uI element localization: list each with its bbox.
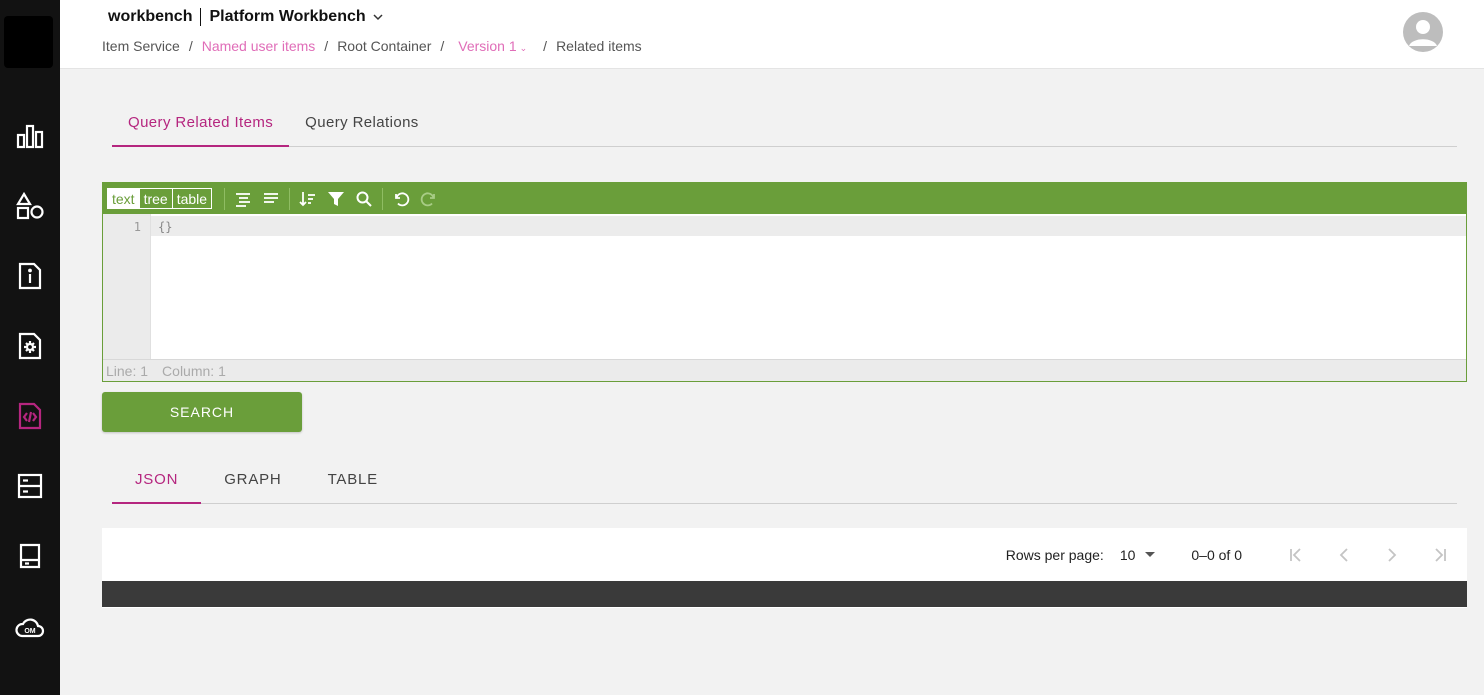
pagination-range: 0–0 of 0 xyxy=(1191,546,1242,563)
storage-drive-icon xyxy=(19,543,41,569)
app-switcher[interactable]: workbench Platform Workbench xyxy=(108,7,384,27)
mode-text-button[interactable]: text xyxy=(108,189,139,208)
compact-button[interactable] xyxy=(257,186,285,212)
pagination: Rows per page: 10 0–0 of 0 xyxy=(102,528,1467,581)
version-label: Version 1 xyxy=(458,38,517,54)
breadcrumb: Item Service / Named user items / Root C… xyxy=(102,38,642,54)
status-line: Line: 1 xyxy=(106,362,149,379)
chevron-down-icon: ⌄ xyxy=(519,43,528,53)
app-header: workbench Platform Workbench Item Servic… xyxy=(60,0,1484,69)
first-page-button[interactable] xyxy=(1272,531,1320,579)
breadcrumb-item-service[interactable]: Item Service xyxy=(102,38,180,54)
compact-icon xyxy=(264,192,279,203)
last-page-button[interactable] xyxy=(1416,531,1464,579)
tab-query-relations[interactable]: Query Relations xyxy=(289,98,435,146)
breadcrumb-item-version[interactable]: Version 1 ⌄ xyxy=(458,38,527,54)
redo-button[interactable] xyxy=(415,186,443,212)
chevron-down-icon xyxy=(373,14,383,21)
brand-divider xyxy=(200,8,202,26)
workspace-name: Platform Workbench xyxy=(209,8,366,25)
bar-chart-icon xyxy=(16,124,44,149)
tab-query-related-items[interactable]: Query Related Items xyxy=(112,98,290,147)
rows-per-page-select[interactable]: 10 xyxy=(1120,547,1156,563)
breadcrumb-separator: / xyxy=(188,38,193,54)
filter-button[interactable] xyxy=(322,186,350,212)
toolbar-divider xyxy=(224,187,226,210)
shapes-icon xyxy=(16,191,44,220)
redo-icon xyxy=(420,191,435,206)
toolbar-divider xyxy=(289,187,291,210)
result-tabs: JSON GRAPH TABLE xyxy=(112,456,1457,504)
sidebar-item-server[interactable] xyxy=(0,456,60,516)
cloud-om-icon: OM xyxy=(15,618,45,638)
toolbar-divider xyxy=(382,187,384,210)
sort-button[interactable] xyxy=(294,186,322,212)
rows-per-page-label: Rows per page: xyxy=(1005,546,1104,563)
json-editor: text tree table 1 {} Line: 1 Column: 1 xyxy=(102,182,1467,382)
sidebar: OM xyxy=(0,0,60,695)
sidebar-item-shapes[interactable] xyxy=(0,176,60,236)
breadcrumb-item-related-items: Related items xyxy=(556,38,642,54)
first-page-icon xyxy=(1290,547,1301,562)
next-page-button[interactable] xyxy=(1368,531,1416,579)
format-button[interactable] xyxy=(229,186,257,212)
sidebar-item-settings[interactable] xyxy=(0,316,60,376)
chevron-left-icon xyxy=(1339,547,1348,562)
tab-graph[interactable]: GRAPH xyxy=(201,456,304,503)
server-icon xyxy=(17,473,43,499)
tab-json[interactable]: JSON xyxy=(112,456,202,504)
breadcrumb-item-root-container[interactable]: Root Container xyxy=(337,38,431,54)
code-document-icon xyxy=(18,402,42,430)
breadcrumb-separator: / xyxy=(543,38,548,54)
search-editor-button[interactable] xyxy=(350,186,378,212)
mode-table-button[interactable]: table xyxy=(171,189,211,208)
brand-name: workbench xyxy=(108,8,193,25)
status-column: Column: 1 xyxy=(162,362,226,379)
search-button[interactable]: SEARCH xyxy=(102,392,302,432)
code-area[interactable]: 1 {} xyxy=(103,214,1466,360)
info-document-icon xyxy=(18,262,42,290)
breadcrumb-separator: / xyxy=(324,38,329,54)
cloud-om-label: OM xyxy=(24,628,35,635)
chevron-right-icon xyxy=(1388,547,1397,562)
dropdown-arrow-icon xyxy=(1145,552,1156,557)
editor-statusbar: Line: 1 Column: 1 xyxy=(103,359,1466,381)
last-page-icon xyxy=(1435,547,1446,562)
search-icon xyxy=(356,191,372,207)
filter-icon xyxy=(328,191,345,206)
results-header-bar xyxy=(102,581,1467,607)
sort-icon xyxy=(299,191,316,206)
code-content[interactable]: {} xyxy=(158,220,172,234)
active-line-highlight xyxy=(151,216,1466,236)
results-panel: Rows per page: 10 0–0 of 0 xyxy=(102,528,1467,608)
editor-mode-switch: text tree table xyxy=(107,188,213,209)
previous-page-button[interactable] xyxy=(1320,531,1368,579)
format-icon xyxy=(236,192,251,207)
sidebar-item-code[interactable] xyxy=(0,386,60,446)
line-gutter: 1 xyxy=(103,214,151,360)
undo-icon xyxy=(395,191,410,206)
query-tabs: Query Related Items Query Relations xyxy=(112,98,1457,147)
sidebar-item-info[interactable] xyxy=(0,246,60,306)
tab-table[interactable]: TABLE xyxy=(305,456,401,503)
editor-toolbar: text tree table xyxy=(103,183,1466,214)
sidebar-item-storage[interactable] xyxy=(0,526,60,586)
sidebar-item-dashboard[interactable] xyxy=(0,106,60,166)
user-icon xyxy=(1409,20,1437,46)
breadcrumb-item-named-user-items[interactable]: Named user items xyxy=(202,38,316,54)
line-number: 1 xyxy=(133,220,141,234)
undo-button[interactable] xyxy=(387,186,415,212)
app-logo[interactable] xyxy=(4,16,53,68)
settings-document-icon xyxy=(18,332,42,360)
breadcrumb-separator: / xyxy=(440,38,445,54)
rows-per-page-value: 10 xyxy=(1119,546,1136,563)
sidebar-item-cloud[interactable]: OM xyxy=(0,596,60,656)
mode-tree-button[interactable]: tree xyxy=(138,189,172,208)
avatar[interactable] xyxy=(1403,12,1443,52)
